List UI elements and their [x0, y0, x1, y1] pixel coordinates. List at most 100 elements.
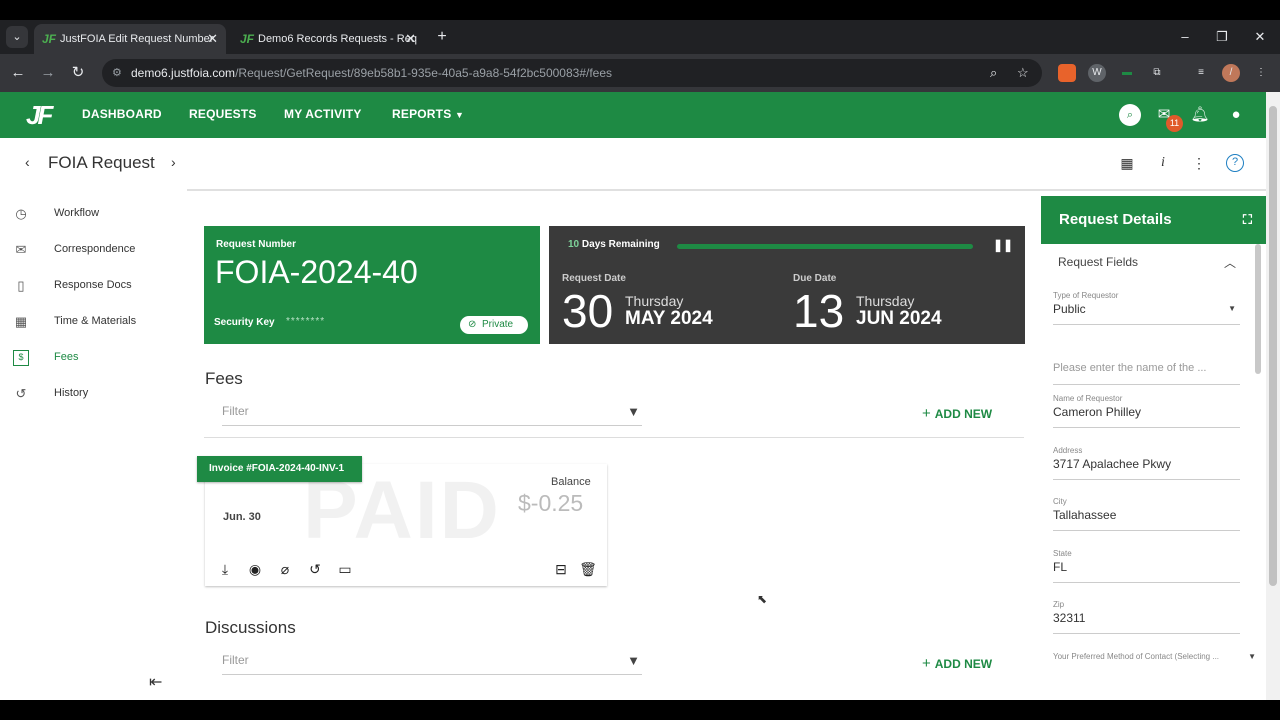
chevron-up-icon: ︿ [1224, 256, 1237, 270]
bookmark-star-icon[interactable]: ☆ [1017, 59, 1029, 87]
expand-icon[interactable]: ⛶ [1243, 196, 1252, 244]
security-key-value: ******** [286, 316, 326, 327]
profile-avatar[interactable]: / [1222, 64, 1240, 82]
browser-tab-active[interactable]: JF JustFOIA Edit Request Number ✕ [34, 24, 226, 54]
details-scrollbar[interactable] [1255, 244, 1261, 374]
reload-icon[interactable]: ↻ [67, 62, 89, 84]
next-request-icon[interactable]: › [171, 154, 176, 170]
attachment-icon[interactable]: ⌀ [276, 560, 294, 578]
sidebar-item-time-materials[interactable]: ▦ Time & Materials [0, 304, 187, 340]
invoice-tag: Invoice #FOIA-2024-40-INV-1 [197, 456, 362, 482]
request-number-label: Request Number [216, 239, 297, 250]
sidebar-item-label: Correspondence [54, 243, 136, 255]
sidebar-item-workflow[interactable]: ◷ Workflow [0, 196, 187, 232]
due-month-year: JUN 2024 [856, 308, 942, 329]
calculator-icon[interactable]: ▦ [1118, 154, 1136, 172]
days-progress-bar [677, 244, 973, 249]
help-icon[interactable]: ? [1226, 154, 1244, 172]
extension-icon[interactable] [1058, 64, 1076, 82]
download-icon[interactable]: ⤓ [216, 560, 234, 578]
account-icon[interactable]: ● [1226, 105, 1246, 125]
request-fields-section-toggle[interactable]: Request Fields ︿ [1058, 255, 1236, 270]
pause-icon[interactable]: ❚❚ [993, 238, 1013, 252]
more-options-icon[interactable]: ⋮ [1190, 154, 1208, 172]
justfoia-favicon-icon: JF [240, 32, 255, 46]
type-of-requestor-select[interactable]: Type of Requestor Public ▼ [1053, 291, 1240, 325]
page-scrollbar-thumb[interactable] [1269, 106, 1277, 586]
clock-icon: ◷ [15, 206, 27, 221]
private-toggle-button[interactable]: ⊘ Private [460, 316, 528, 334]
mouse-cursor-icon: ⬉ [757, 592, 768, 606]
bell-icon[interactable]: 🔔︎ [1190, 105, 1210, 125]
forward-icon[interactable]: → [37, 62, 59, 84]
url-host: demo6.justfoia.com [131, 66, 236, 80]
browser-tab[interactable]: JF Demo6 Records Requests - Req ✕ [232, 24, 424, 54]
page-header: ‹ FOIA Request › ▦ i ⋮ ? [0, 138, 1266, 190]
nav-dashboard[interactable]: DASHBOARD [82, 107, 162, 121]
field-value: Public [1053, 302, 1086, 316]
sidebar-item-correspondence[interactable]: ✉ Correspondence [0, 232, 187, 268]
restore-icon[interactable]: ❐ [1210, 26, 1234, 48]
fees-filter-input[interactable]: Filter ▼ [222, 404, 642, 426]
request-date-label: Request Date [562, 273, 626, 284]
name-of-requestor-field[interactable]: Name of Requestor Cameron Philley [1053, 394, 1240, 428]
due-date-label: Due Date [793, 273, 837, 284]
fees-add-new-button[interactable]: + ADD NEW [922, 405, 992, 422]
invoice-card[interactable]: PAID Invoice #FOIA-2024-40-INV-1 Jun. 30… [197, 456, 607, 586]
view-icon[interactable]: ◉ [246, 560, 264, 578]
minimize-icon[interactable]: – [1173, 26, 1197, 48]
due-day: 13 [793, 285, 845, 337]
screen: ⌄ JF JustFOIA Edit Request Number ✕ JF D… [0, 0, 1280, 720]
sidebar-item-label: Fees [54, 351, 79, 363]
filter-icon[interactable]: ▼ [627, 404, 640, 419]
zoom-icon[interactable]: ⌕ [990, 59, 997, 87]
page-scrollbar[interactable] [1266, 92, 1280, 700]
address-field[interactable]: Address 3717 Apalachee Pkwy [1053, 446, 1240, 480]
extension-w-icon[interactable]: W [1088, 64, 1106, 82]
previous-request-icon[interactable]: ‹ [25, 154, 30, 170]
payment-icon[interactable]: ▭ [336, 560, 354, 578]
sidebar-item-label: Workflow [54, 207, 100, 219]
sidebar-item-response-docs[interactable]: ▯ Response Docs [0, 268, 187, 304]
history-icon[interactable]: ↺ [306, 560, 324, 578]
balance-label: Balance [551, 476, 591, 488]
card-off-icon[interactable]: ⊟ [552, 560, 570, 578]
field-value: Tallahassee [1053, 508, 1117, 522]
address-bar[interactable]: ⚙ demo6.justfoia.com/Request/GetRequest/… [102, 59, 1042, 87]
back-icon[interactable]: ← [7, 62, 29, 84]
request-month-year: MAY 2024 [625, 308, 713, 329]
info-icon[interactable]: i [1154, 154, 1172, 172]
page-title: FOIA Request [48, 153, 155, 172]
due-weekday: Thursday [856, 293, 915, 309]
nav-requests[interactable]: REQUESTS [189, 107, 257, 121]
extensions-puzzle-icon[interactable]: ⧉ [1148, 64, 1166, 82]
extension-green-icon[interactable]: ▬ [1118, 64, 1136, 82]
field-label: Address [1053, 446, 1083, 455]
sidebar-item-fees[interactable]: $ Fees [0, 340, 187, 376]
discussions-filter-input[interactable]: Filter ▼ [222, 653, 642, 675]
new-tab-icon[interactable]: + [432, 26, 452, 48]
section-label: Request Fields [1058, 255, 1139, 269]
justfoia-logo[interactable]: JF [26, 100, 53, 131]
close-window-icon[interactable]: ✕ [1248, 26, 1272, 48]
state-field[interactable]: State FL [1053, 549, 1240, 583]
requestor-name-hint-input[interactable]: Please enter the name of the ... [1053, 351, 1240, 385]
preferred-contact-select[interactable]: Your Preferred Method of Contact (Select… [1053, 652, 1256, 686]
city-field[interactable]: City Tallahassee [1053, 497, 1240, 531]
site-info-icon[interactable]: ⚙ [112, 59, 122, 87]
search-icon[interactable]: ⌕ [1119, 104, 1141, 126]
discussions-add-new-button[interactable]: + ADD NEW [922, 655, 992, 672]
nav-my-activity[interactable]: MY ACTIVITY [284, 107, 362, 121]
close-tab-icon[interactable]: ✕ [207, 24, 218, 54]
tab-search-icon[interactable]: ⌄ [6, 26, 28, 48]
security-key-label: Security Key [214, 317, 275, 328]
sidebar-item-history[interactable]: ↺ History [0, 376, 187, 412]
media-control-icon[interactable]: ≡ [1192, 64, 1210, 82]
filter-icon[interactable]: ▼ [627, 653, 640, 668]
nav-reports[interactable]: REPORTS ▼ [392, 107, 464, 121]
close-tab-icon[interactable]: ✕ [405, 24, 416, 54]
zip-field[interactable]: Zip 32311 [1053, 600, 1240, 634]
collapse-sidebar-icon[interactable]: ⇤ [149, 672, 162, 692]
delete-icon[interactable]: 🗑︎ [579, 560, 597, 578]
browser-menu-icon[interactable]: ⋮ [1252, 64, 1270, 82]
